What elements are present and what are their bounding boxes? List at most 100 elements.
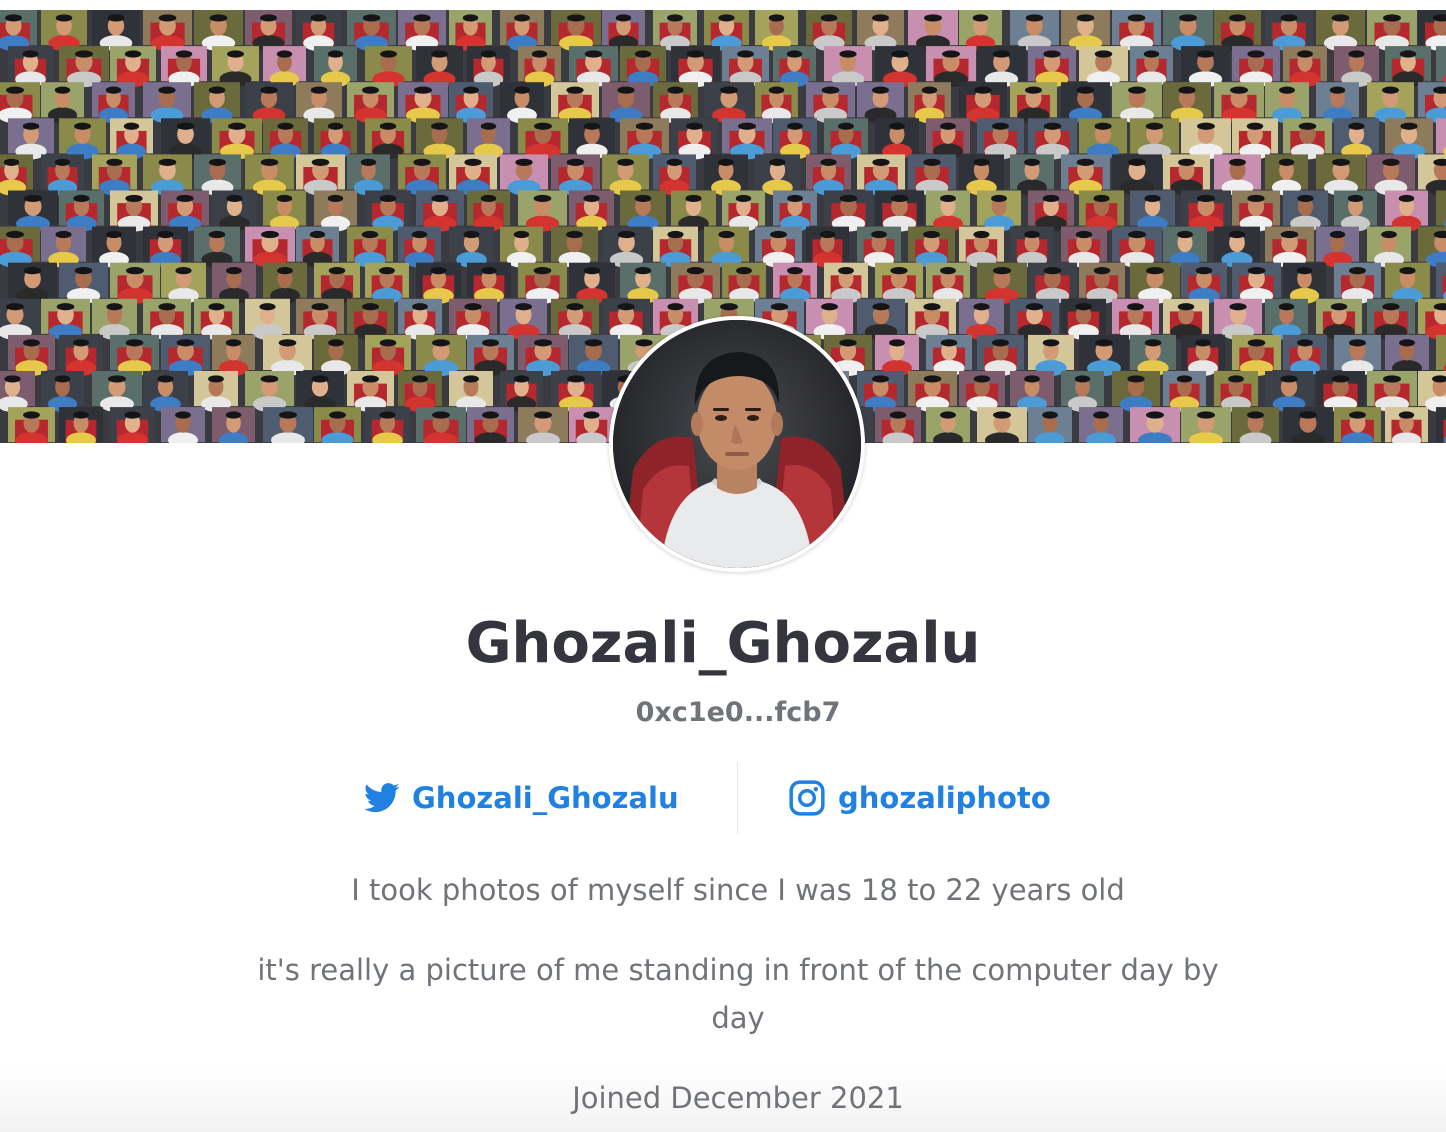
mosaic-tile [245, 298, 290, 340]
mosaic-tile [161, 407, 205, 443]
mosaic-tile [1367, 371, 1417, 413]
mosaic-tile [296, 154, 345, 196]
mosaic-tile [0, 371, 35, 413]
mosaic-tile [8, 334, 55, 376]
mosaic-tile [1232, 118, 1278, 160]
mosaic-tile [620, 262, 666, 304]
mosaic-tile [755, 82, 798, 124]
mosaic-tile [92, 10, 140, 52]
mosaic-tile [245, 371, 294, 413]
mosaic-tile [1130, 407, 1180, 443]
mosaic-tile [263, 190, 306, 232]
mosaic-tile [1385, 262, 1430, 304]
mosaic-tile [704, 154, 748, 196]
mosaic-tile [110, 334, 159, 376]
mosaic-tile [1334, 190, 1377, 232]
mosaic-tile [551, 82, 599, 124]
mosaic-tile [857, 298, 905, 340]
mosaic-tile [1112, 154, 1162, 196]
mosaic-tile [824, 118, 868, 160]
bio-line-2: it's really a picture of me standing in … [257, 953, 1219, 1035]
mosaic-tile [773, 118, 817, 160]
mosaic-tile [314, 334, 358, 376]
mosaic-tile [959, 298, 1004, 340]
mosaic-tile [314, 190, 357, 232]
mosaic-tile [245, 226, 295, 268]
mosaic-tile [824, 262, 868, 304]
mosaic-tile [500, 371, 543, 413]
mosaic-tile [1385, 46, 1431, 88]
mosaic-tile [41, 371, 84, 413]
mosaic-tile [875, 407, 921, 443]
mosaic-tile [1061, 371, 1104, 413]
mosaic-tile [110, 407, 155, 443]
mosaic-tile [857, 10, 904, 52]
mosaic-tile [908, 226, 955, 268]
mosaic-tile [1214, 10, 1261, 52]
mosaic-tile [194, 82, 240, 124]
mosaic-tile [347, 371, 394, 413]
mosaic-tile [245, 154, 294, 196]
joined-date: Joined December 2021 [572, 1081, 904, 1115]
mosaic-tile [500, 226, 543, 268]
mosaic-tile [314, 407, 361, 443]
mosaic-tile [926, 334, 972, 376]
mosaic-tile [143, 371, 188, 413]
mosaic-tile [1130, 334, 1176, 376]
mosaic-tile [806, 298, 853, 340]
mosaic-tile [1028, 46, 1076, 88]
mosaic-tile [143, 82, 191, 124]
instagram-link[interactable]: ghozaliphoto [788, 778, 1051, 818]
mosaic-tile [1079, 46, 1128, 88]
mosaic-tile [347, 154, 390, 196]
mosaic-tile [263, 118, 308, 160]
mosaic-tile [1367, 298, 1415, 340]
mosaic-tile [671, 190, 716, 232]
mosaic-tile [467, 46, 510, 88]
mosaic-tile [755, 10, 798, 52]
mosaic-tile [1214, 371, 1258, 413]
mosaic-tile [977, 334, 1024, 376]
mosaic-tile [41, 154, 84, 196]
mosaic-tile [1028, 407, 1072, 443]
profile-avatar[interactable] [609, 316, 865, 572]
mosaic-tile [347, 82, 394, 124]
mosaic-tile [449, 82, 493, 124]
mosaic-tile [977, 46, 1026, 88]
mosaic-tile [926, 118, 970, 160]
mosaic-tile [653, 154, 696, 196]
mosaic-tile [212, 334, 255, 376]
twitter-link[interactable]: Ghozali_Ghozalu [364, 778, 679, 818]
wallet-address[interactable]: 0xc1e0...fcb7 [0, 695, 1446, 731]
mosaic-tile [1232, 407, 1279, 443]
mosaic-tile [1334, 407, 1381, 443]
mosaic-tile [518, 334, 568, 376]
mosaic-tile [569, 407, 614, 443]
mosaic-tile [875, 118, 919, 160]
mosaic-tile [194, 226, 240, 268]
mosaic-tile [1232, 46, 1280, 88]
mosaic-tile [500, 298, 547, 340]
mosaic-tile [1367, 154, 1415, 196]
mosaic-tile [212, 407, 255, 443]
mosaic-tile [1079, 262, 1125, 304]
mosaic-tile [212, 190, 257, 232]
mosaic-tile [1385, 190, 1428, 232]
mosaic-tile [1112, 371, 1160, 413]
mosaic-tile [449, 154, 497, 196]
mosaic-tile [59, 190, 104, 232]
mosaic-tile [1130, 118, 1179, 160]
mosaic-tile [1163, 226, 1207, 268]
mosaic-tile [1265, 371, 1313, 413]
mosaic-tile [8, 46, 53, 88]
mosaic-tile [449, 226, 494, 268]
mosaic-tile [365, 407, 410, 443]
mosaic-tile [569, 118, 615, 160]
mosaic-tile [908, 154, 956, 196]
mosaic-tile [500, 82, 544, 124]
mosaic-tile [296, 298, 344, 340]
mosaic-tile [1334, 334, 1381, 376]
mosaic-tile [1028, 118, 1077, 160]
mosaic-tile [773, 262, 817, 304]
mosaic-tile [263, 46, 306, 88]
